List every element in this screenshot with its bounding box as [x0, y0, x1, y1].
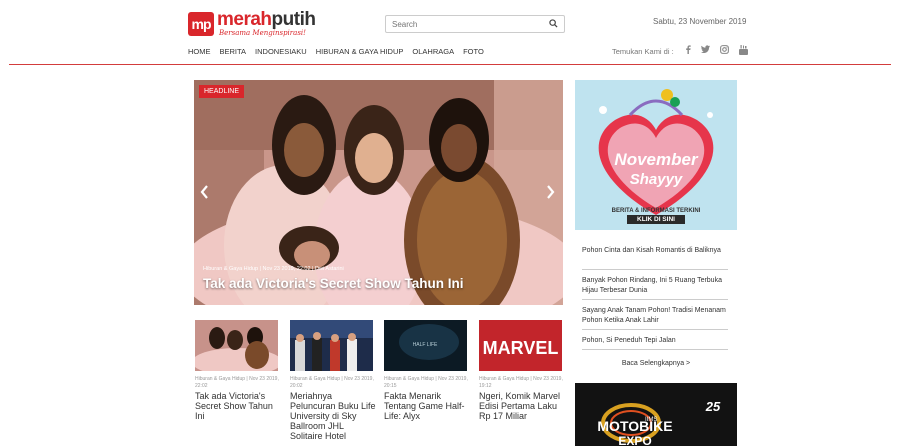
search-box[interactable]	[385, 15, 565, 33]
header-divider	[9, 64, 891, 65]
ad2-text3: EXPO	[618, 434, 651, 446]
search-icon[interactable]	[549, 18, 558, 30]
article-thumb[interactable]: HALF LIFE	[384, 320, 467, 371]
instagram-icon[interactable]	[720, 45, 729, 57]
logo-mark[interactable]: mp	[188, 12, 214, 36]
nav-item-berita[interactable]: BERITA	[220, 47, 247, 56]
sidebar-article[interactable]: Sayang Anak Tanam Pohon! Tradisi Menanam…	[582, 306, 728, 326]
youtube-icon[interactable]	[739, 45, 748, 57]
article-thumb[interactable]	[195, 320, 278, 371]
site-logo[interactable]: merahputih	[217, 9, 316, 31]
tagline: Bersama Menginspirasi!	[219, 29, 306, 37]
article-meta: Hiburan & Gaya Hidup | Nov 23 2019, 20:0…	[290, 376, 374, 389]
nav-item-indonesiaku[interactable]: INDONESIAKU	[255, 47, 307, 56]
sidebar-divider	[582, 349, 728, 350]
next-arrow-icon[interactable]	[546, 185, 555, 202]
ad-cta-button[interactable]: KLIK DI SINI	[627, 215, 685, 224]
social-links	[685, 45, 748, 57]
sidebar-divider	[582, 299, 728, 300]
logo-text-merah: merah	[217, 9, 272, 30]
ad-cta-text: BERITA & INFORMASI TERKINI	[611, 208, 701, 214]
nav-item-olahraga[interactable]: OLAHRAGA	[412, 47, 454, 56]
article-title[interactable]: Fakta Menarik Tentang Game Half-Life: Al…	[384, 391, 470, 421]
article-meta: Hiburan & Gaya Hidup | Nov 23 2019, 19:1…	[479, 376, 563, 389]
article-meta: Hiburan & Gaya Hidup | Nov 23 2019, 22:0…	[195, 376, 279, 389]
ad-line2: Shayyy	[630, 171, 683, 188]
facebook-icon[interactable]	[685, 45, 691, 57]
current-date: Sabtu, 23 November 2019	[653, 17, 747, 26]
main-nav: HOME BERITA INDONESIAKU HIBURAN & GAYA H…	[188, 47, 484, 56]
nav-item-hiburan[interactable]: HIBURAN & GAYA HIDUP	[316, 47, 404, 56]
sidebar-divider	[582, 329, 728, 330]
article-title[interactable]: Ngeri, Komik Marvel Edisi Pertama Laku R…	[479, 391, 565, 421]
motobike-expo-ad[interactable]: MOTOBIKE IIMS EXPO 25	[575, 383, 737, 446]
sidebar-article[interactable]: Pohon, Si Peneduh Tepi Jalan	[582, 336, 728, 346]
article-title[interactable]: Tak ada Victoria's Secret Show Tahun Ini	[195, 391, 281, 421]
headline-title[interactable]: Tak ada Victoria's Secret Show Tahun Ini	[203, 276, 464, 291]
twitter-icon[interactable]	[701, 45, 710, 57]
ad2-text2: IIMS	[645, 417, 657, 423]
headline-meta: Hiburan & Gaya Hidup | Nov 23 2019, 22:0…	[203, 266, 344, 272]
headline-badge: HEADLINE	[199, 85, 245, 98]
sidebar-article[interactable]: Banyak Pohon Rindang, Ini 5 Ruang Terbuk…	[582, 276, 728, 296]
follow-label: Temukan Kami di :	[612, 47, 674, 56]
article-thumb[interactable]: MARVEL	[479, 320, 562, 371]
prev-arrow-icon[interactable]	[200, 185, 209, 202]
logo-text-putih: putih	[271, 9, 316, 30]
ad2-text1: MOTOBIKE	[597, 418, 672, 434]
article-title[interactable]: Meriahnya Peluncuran Buku Life Universit…	[290, 391, 376, 441]
ad-line1: November	[614, 150, 699, 169]
search-input[interactable]	[392, 19, 549, 29]
article-meta: Hiburan & Gaya Hidup | Nov 23 2019, 20:1…	[384, 376, 468, 389]
nav-item-home[interactable]: HOME	[188, 47, 211, 56]
thumb-half-life-text: HALF LIFE	[413, 342, 438, 348]
nav-item-foto[interactable]: FOTO	[463, 47, 484, 56]
read-more-link[interactable]: Baca Selengkapnya >	[575, 360, 737, 367]
thumb-marvel-text: MARVEL	[483, 338, 559, 358]
ad2-badge: 25	[705, 399, 721, 414]
sidebar-divider	[582, 269, 728, 270]
article-thumb[interactable]	[290, 320, 373, 371]
sidebar-article[interactable]: Pohon Cinta dan Kisah Romantis di Balikn…	[582, 246, 728, 256]
